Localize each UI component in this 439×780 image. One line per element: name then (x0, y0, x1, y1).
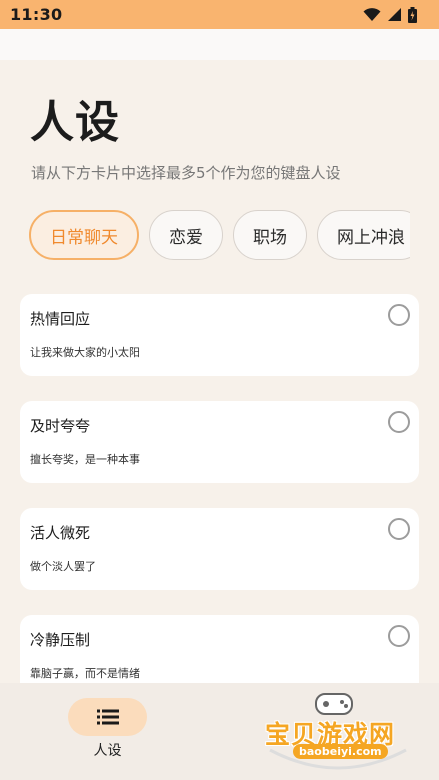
page-subtitle: 请从下方卡片中选择最多5个作为您的键盘人设 (31, 164, 341, 182)
persona-card-description: 做个淡人罢了 (30, 560, 96, 573)
persona-card-title: 活人微死 (30, 524, 91, 542)
persona-card-title: 冷静压制 (30, 631, 91, 649)
nav-item-persona[interactable] (68, 698, 147, 736)
persona-card-description: 让我来做大家的小太阳 (30, 346, 140, 359)
persona-card-description: 擅长夸奖，是一种本事 (30, 453, 140, 466)
status-icons (363, 6, 417, 23)
cellular-signal-icon (388, 8, 401, 21)
tab-label: 恋爱 (169, 227, 203, 248)
status-time: 11:30 (10, 5, 63, 24)
status-bar: 11:30 (0, 0, 439, 29)
persona-select-radio[interactable] (388, 518, 410, 540)
persona-select-radio[interactable] (388, 304, 410, 326)
persona-card-description: 靠脑子赢，而不是情绪 (30, 667, 140, 680)
tab-daily-chat[interactable]: 日常聊天 (29, 210, 139, 260)
persona-card[interactable]: 冷静压制 靠脑子赢，而不是情绪 (20, 615, 419, 683)
page-title: 人设 (30, 97, 120, 148)
persona-select-radio[interactable] (388, 411, 410, 433)
persona-select-radio[interactable] (388, 625, 410, 647)
tab-label: 职场 (253, 227, 287, 248)
persona-card-title: 及时夸夸 (30, 417, 91, 435)
persona-page: 人设 请从下方卡片中选择最多5个作为您的键盘人设 日常聊天 恋爱 职场 网上冲浪… (0, 60, 439, 683)
category-tabs[interactable]: 日常聊天 恋爱 职场 网上冲浪 (29, 210, 410, 262)
tab-label: 日常聊天 (50, 227, 118, 248)
app-top-bar (0, 29, 439, 60)
wifi-icon (363, 7, 381, 21)
list-icon (96, 709, 119, 725)
persona-card[interactable]: 热情回应 让我来做大家的小太阳 (20, 294, 419, 376)
battery-icon (408, 6, 417, 23)
persona-card[interactable]: 活人微死 做个淡人罢了 (20, 508, 419, 590)
watermark-url: baobeiyi.com (293, 744, 388, 759)
persona-card-title: 热情回应 (30, 310, 91, 328)
tab-label: 网上冲浪 (337, 227, 405, 248)
watermark: 宝贝游戏网 baobeiyi.com (258, 690, 418, 775)
tab-romance[interactable]: 恋爱 (149, 210, 223, 260)
nav-item-label: 人设 (93, 743, 122, 759)
tab-internet-surfing[interactable]: 网上冲浪 (317, 210, 410, 260)
persona-card[interactable]: 及时夸夸 擅长夸奖，是一种本事 (20, 401, 419, 483)
tab-workplace[interactable]: 职场 (233, 210, 307, 260)
